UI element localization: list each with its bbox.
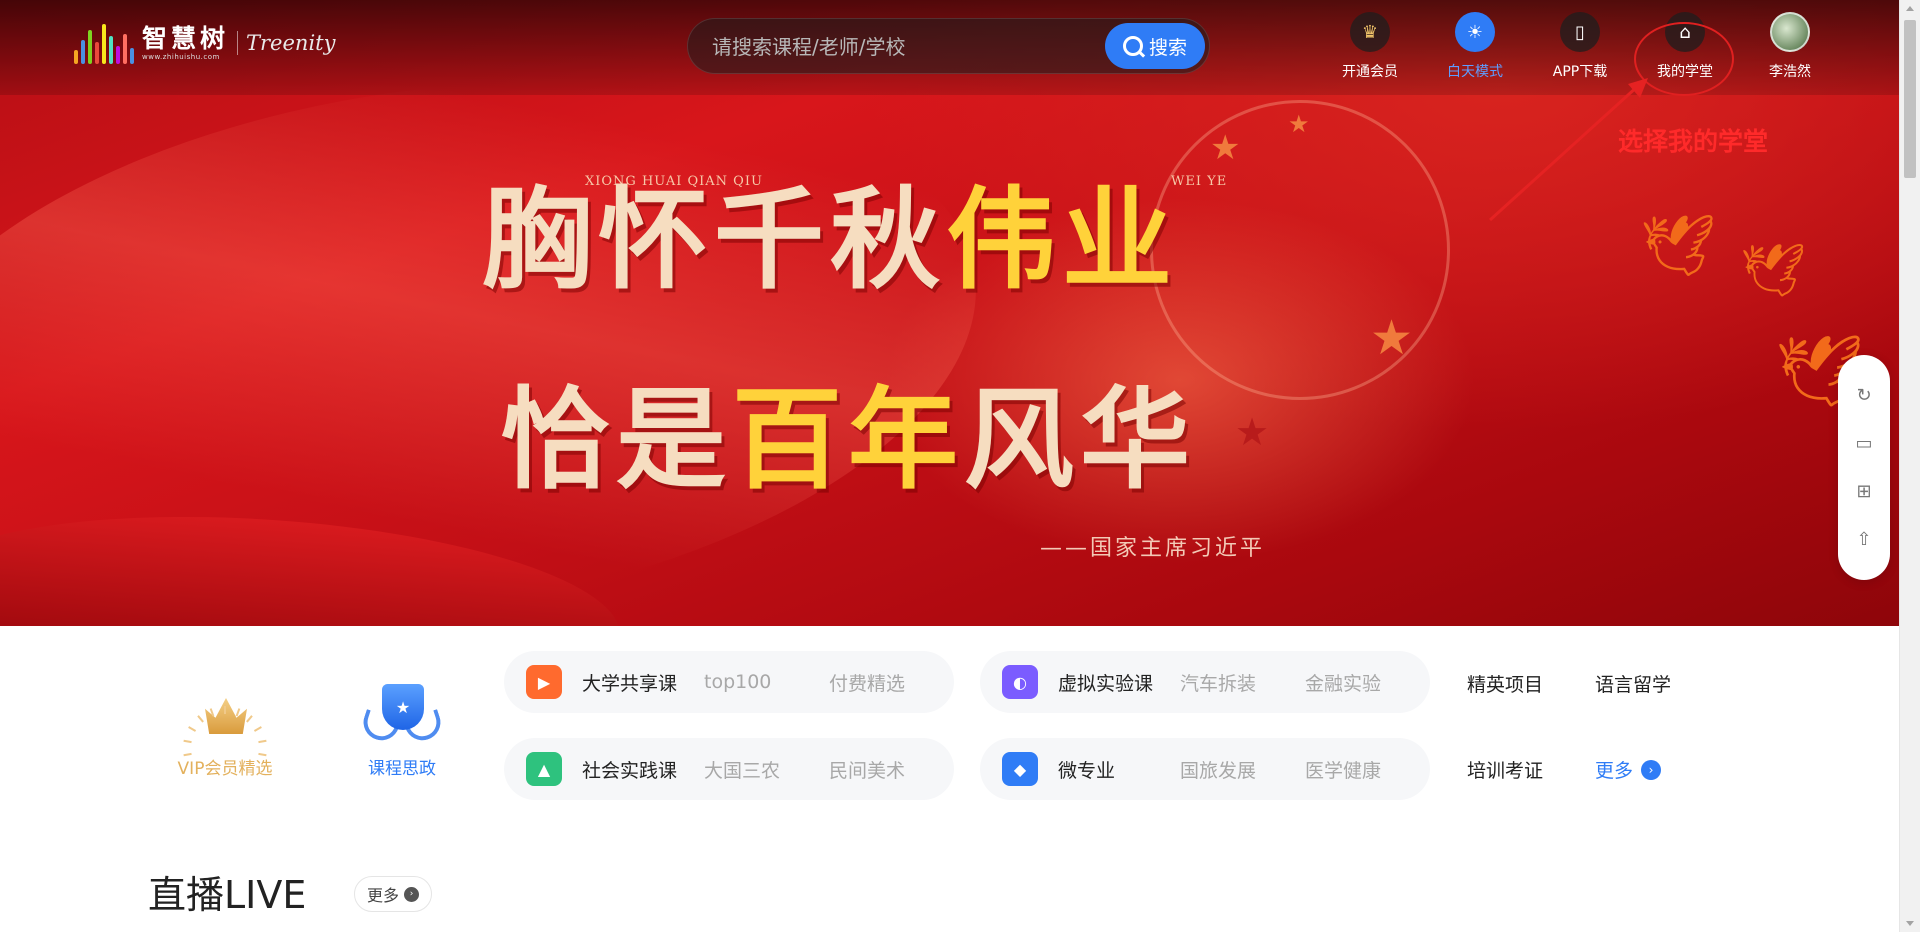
category-title: 社会实践课	[582, 759, 678, 782]
course-ideology[interactable]: ★ 课程思政	[352, 680, 452, 779]
nav-user-name: 李浩然	[1769, 64, 1811, 80]
search-button[interactable]: 搜索	[1105, 23, 1205, 69]
vip-ray	[197, 715, 204, 723]
logo-divider	[237, 31, 239, 55]
link-elite-project[interactable]: 精英项目	[1467, 670, 1543, 697]
slogan-line2-gold: 百年	[732, 375, 964, 504]
arrow-right-icon: ›	[1641, 759, 1662, 780]
annotation-text: 选择我的学堂	[1618, 127, 1769, 156]
category-sublink[interactable]: 医学健康	[1305, 756, 1381, 783]
logo-bar	[81, 40, 85, 64]
shield-icon: ★	[358, 680, 446, 746]
slogan-line1-plain: 胸怀千秋	[482, 175, 946, 304]
link-training-cert[interactable]: 培训考证	[1467, 756, 1543, 783]
category-sublink[interactable]: 汽车拆装	[1180, 669, 1256, 696]
category-micro-major[interactable]: ◆ 微专业 国旅发展 医学健康	[980, 738, 1430, 800]
category-sublink[interactable]: 民间美术	[829, 756, 905, 783]
slogan-line1-gold: 伟业	[946, 175, 1178, 304]
vip-ray	[258, 739, 267, 744]
category-title: 微专业	[1058, 759, 1116, 782]
category-sublink[interactable]: 金融实验	[1305, 669, 1381, 696]
site-logo[interactable]: 智慧树 www.zhihuishu.com Treenity	[74, 22, 335, 64]
scroll-down-arrow-icon[interactable]	[1906, 921, 1914, 926]
course-ideology-label: 课程思政	[368, 759, 436, 779]
category-shared-course[interactable]: ▶ 大学共享课 top100 付费精选	[504, 651, 954, 713]
feedback-icon[interactable]: ▭	[1855, 433, 1872, 454]
sun-icon: ☀	[1455, 12, 1495, 52]
category-social-practice[interactable]: ▲ 社会实践课 大国三农 民间美术	[504, 738, 954, 800]
avatar	[1770, 12, 1810, 52]
category-sublink[interactable]: 大国三农	[704, 756, 780, 783]
refresh-icon[interactable]: ↻	[1856, 385, 1871, 406]
live-more-button[interactable]: 更多 ›	[354, 876, 432, 912]
category-virtual-lab[interactable]: ◐ 虚拟实验课 汽车拆装 金融实验	[980, 651, 1430, 713]
banner-slogan-line2: 恰是百年风华	[500, 350, 1196, 510]
star-icon: ★	[1370, 310, 1414, 366]
star-icon: ★	[1288, 110, 1310, 138]
search-icon	[1122, 36, 1143, 56]
logo-bars-icon	[74, 22, 134, 64]
live-more-label: 更多	[366, 886, 399, 905]
floating-toolbar: ↻ ▭ ⊞ ⇧	[1838, 355, 1890, 580]
vip-ray	[253, 726, 262, 732]
play-icon: ▶	[526, 665, 562, 699]
category-sublink[interactable]: top100	[704, 671, 771, 693]
banner-slogan-line1: 胸怀千秋伟业	[482, 150, 1178, 310]
live-section-title: 直播LIVE	[148, 873, 307, 917]
logo-bar	[74, 50, 78, 64]
banner-pinyin-right: WEI YE	[1171, 174, 1228, 189]
logo-bar	[109, 36, 113, 64]
search-bar: 搜索	[687, 18, 1210, 74]
banner-attribution: ——国家主席习近平	[1040, 536, 1266, 561]
nav-vip-label: 开通会员	[1342, 64, 1398, 80]
logo-text: 智慧树 www.zhihuishu.com	[142, 24, 230, 62]
category-sublink[interactable]: 国旅发展	[1180, 756, 1256, 783]
shield-shape: ★	[382, 684, 424, 730]
vip-selection[interactable]: VIP会员精选	[160, 664, 290, 779]
crown-icon: ♛	[1350, 12, 1390, 52]
logo-bar	[102, 24, 106, 64]
logo-bar	[123, 34, 127, 64]
star-icon: ★	[1235, 410, 1270, 454]
logo-bar	[95, 42, 99, 64]
more-label: 更多	[1595, 760, 1634, 782]
vip-ray	[183, 739, 192, 744]
nav-vip[interactable]: ♛ 开通会员	[1325, 12, 1415, 81]
vr-icon: ◐	[1002, 665, 1038, 699]
vip-ray	[246, 715, 253, 723]
dove-icon: 🕊	[1740, 241, 1807, 301]
category-sublink[interactable]: 付费精选	[829, 669, 905, 696]
slogan-line2-plain: 恰是	[500, 375, 732, 504]
link-language-study[interactable]: 语言留学	[1595, 670, 1671, 697]
phone-icon: ▯	[1560, 12, 1600, 52]
logo-name-cn: 智慧树	[142, 24, 230, 53]
logo-url: www.zhihuishu.com	[142, 53, 220, 61]
scrollbar-thumb[interactable]	[1904, 20, 1916, 178]
search-input[interactable]	[712, 32, 1072, 62]
search-button-label: 搜索	[1148, 36, 1187, 59]
cap-icon: ◆	[1002, 752, 1038, 786]
logo-bar	[88, 30, 92, 64]
back-to-top-icon[interactable]: ⇧	[1856, 529, 1871, 550]
slogan-line2-end: 风华	[964, 375, 1196, 504]
scroll-up-arrow-icon[interactable]	[1906, 6, 1914, 11]
categories-more-link[interactable]: 更多 ›	[1595, 756, 1662, 783]
vip-ray	[224, 706, 226, 714]
nav-user[interactable]: 李浩然	[1745, 12, 1835, 81]
arrow-right-icon: ›	[404, 886, 419, 902]
star-icon: ★	[1210, 128, 1241, 168]
vip-crown-icon	[165, 664, 285, 757]
logo-bar	[130, 48, 134, 64]
logo-bar	[116, 46, 120, 64]
tree-icon: ▲	[526, 752, 562, 786]
vip-ray	[188, 726, 197, 732]
vip-selection-label: VIP会员精选	[177, 759, 273, 779]
category-title: 大学共享课	[582, 672, 678, 695]
category-title: 虚拟实验课	[1058, 672, 1154, 695]
page-scrollbar[interactable]	[1899, 0, 1920, 932]
qrcode-icon[interactable]: ⊞	[1856, 481, 1871, 502]
logo-name-en: Treenity	[246, 31, 336, 55]
